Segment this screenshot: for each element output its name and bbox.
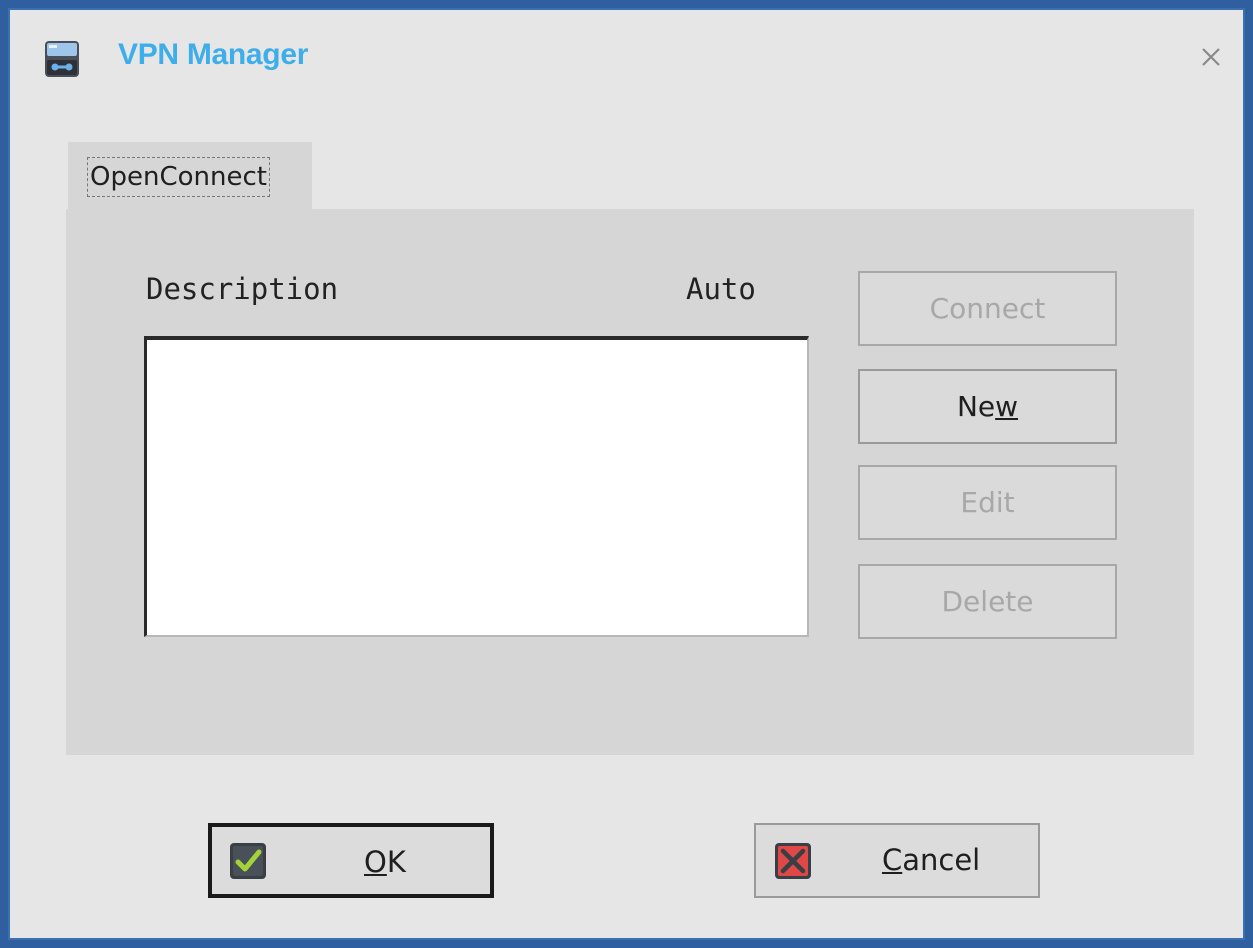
tab-label: OpenConnect xyxy=(87,157,270,197)
ok-button-label-rest: K xyxy=(386,845,406,879)
column-header-description: Description xyxy=(146,272,339,306)
cancel-x-icon xyxy=(775,843,811,879)
connect-button-label: Connect xyxy=(929,292,1046,325)
tab-panel-openconnect: Description Auto Connect Ne w Edit Delete xyxy=(66,209,1194,755)
column-header-auto: Auto xyxy=(686,272,756,306)
delete-button-label: Delete xyxy=(941,585,1034,618)
window-title: VPN Manager xyxy=(118,38,309,71)
new-button-accelerator: w xyxy=(995,390,1019,423)
cancel-button[interactable]: Cancel xyxy=(754,823,1040,898)
cancel-button-label-rest: ancel xyxy=(902,843,981,877)
ok-button-label: OK xyxy=(364,845,406,879)
ok-button-accelerator: O xyxy=(364,845,387,879)
vpn-connection-list[interactable] xyxy=(144,336,809,637)
close-icon[interactable] xyxy=(1198,44,1224,70)
cancel-button-label: Cancel xyxy=(882,843,980,877)
vpn-app-icon xyxy=(45,41,79,77)
checkmark-icon xyxy=(230,843,266,879)
title-bar: VPN Manager xyxy=(10,10,1243,106)
connect-button[interactable]: Connect xyxy=(858,271,1117,346)
new-button[interactable]: Ne w xyxy=(858,369,1117,444)
edit-button-label: Edit xyxy=(960,486,1015,519)
ok-button[interactable]: OK xyxy=(208,823,494,898)
vpn-manager-window: VPN Manager OpenConnect Description Auto… xyxy=(8,8,1245,940)
tab-openconnect[interactable]: OpenConnect xyxy=(68,142,312,214)
delete-button[interactable]: Delete xyxy=(858,564,1117,639)
edit-button[interactable]: Edit xyxy=(858,465,1117,540)
cancel-button-accelerator: C xyxy=(882,843,903,877)
new-button-label: Ne xyxy=(956,390,996,423)
